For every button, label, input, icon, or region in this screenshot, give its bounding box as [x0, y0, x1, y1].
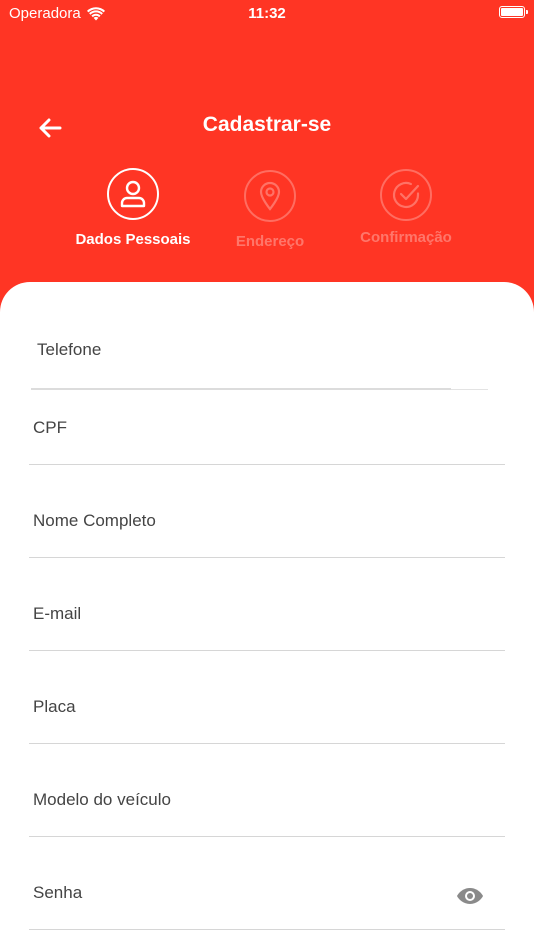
step-circle: [107, 168, 159, 220]
email-field: [29, 558, 505, 651]
cpf-input[interactable]: [33, 418, 433, 438]
step-circle: [380, 169, 432, 221]
plate-field: [29, 651, 505, 744]
page-title: Cadastrar-se: [202, 113, 332, 136]
full-name-input[interactable]: [33, 511, 433, 531]
user-icon: [120, 180, 146, 208]
step-circle: [244, 170, 296, 222]
step-confirmation[interactable]: Confirmação: [326, 168, 486, 246]
vehicle-model-input[interactable]: [33, 790, 433, 810]
password-field: [29, 837, 505, 930]
email-input[interactable]: [33, 604, 433, 624]
plate-input[interactable]: [33, 697, 433, 717]
toggle-password-visibility-button[interactable]: [455, 885, 485, 907]
eye-icon: [457, 888, 483, 904]
cpf-field: [29, 372, 505, 465]
phone-input[interactable]: [37, 340, 437, 360]
password-input[interactable]: [33, 883, 433, 903]
location-pin-icon: [259, 181, 281, 211]
step-personal-data[interactable]: Dados Pessoais: [53, 168, 213, 248]
status-time: 11:32: [248, 5, 286, 22]
step-label: Confirmação: [360, 229, 452, 246]
battery-icon: [499, 6, 528, 18]
check-circle-icon: [392, 181, 420, 209]
step-label: Dados Pessoais: [75, 231, 191, 248]
form-card: [0, 282, 534, 950]
status-bar: Operadora 11:32: [0, 0, 534, 30]
vehicle-model-field: [29, 744, 505, 837]
full-name-field: [29, 465, 505, 558]
